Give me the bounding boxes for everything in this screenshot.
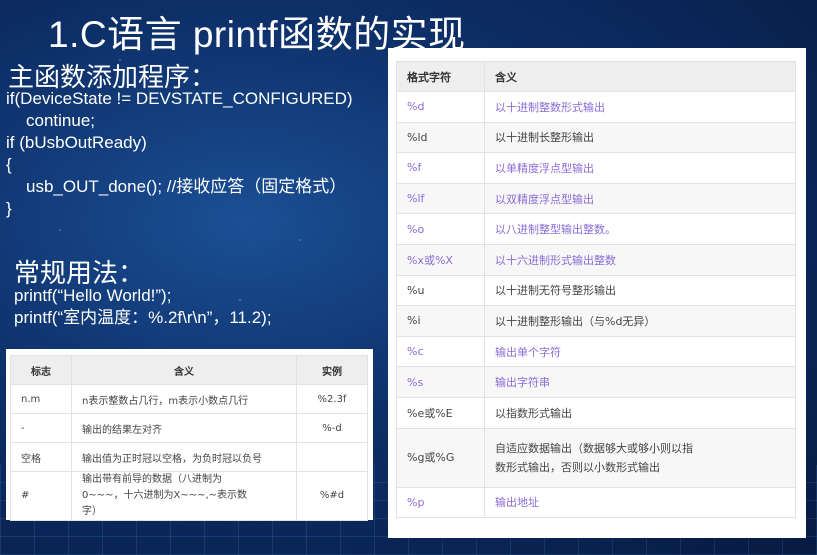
meaning-cell: 以十进制整形输出（与%d无异） (484, 305, 796, 337)
table-row: %d 以十进制整数形式输出 (396, 91, 796, 123)
flag-cell: - (10, 413, 72, 443)
meaning-cell: 输出的结果左对齐 (71, 413, 297, 443)
table-row: %lf 以双精度浮点型输出 (396, 182, 796, 215)
table-row: %i 以十进制整形输出（与%d无异） (396, 305, 796, 337)
table-header-row: 标志 含义 实例 (10, 355, 368, 385)
meaning-cell: 自适应数据输出（数据够大或够小则以指数形式输出，否则以小数形式输出 (484, 427, 796, 488)
meaning-cell: 以八进制整型输出整数。 (484, 213, 796, 245)
format-table-card: 格式字符 含义 %d 以十进制整数形式输出 %ld 以十进制长整形输出 %f 以单精度… (388, 48, 806, 538)
code-line: } (6, 199, 12, 218)
meaning-cell: 以双精度浮点型输出 (484, 182, 796, 215)
usage-line: printf(“室内温度：%.2f\r\n”，11.2); (14, 308, 272, 327)
example-cell (296, 442, 368, 472)
table-row: %e或%E 以指数形式输出 (396, 396, 796, 429)
example-cell: %-d (296, 413, 368, 443)
format-cell: %f (396, 152, 485, 184)
flag-cell: 空格 (10, 442, 72, 472)
format-cell: %d (396, 91, 485, 123)
meaning-cell: 输出字符串 (484, 366, 796, 398)
format-cell: %g或%G (396, 427, 485, 488)
meaning-cell: 输出单个字符 (484, 335, 796, 368)
format-cell: %e或%E (396, 396, 485, 429)
example-cell: %2.3f (296, 384, 368, 414)
meaning-cell: 以十进制整数形式输出 (484, 91, 796, 123)
format-cell: %lf (396, 182, 485, 215)
header-example: 实例 (296, 355, 368, 385)
meaning-cell: 以十进制无符号整形输出 (484, 274, 796, 307)
header-meaning: 含义 (71, 355, 297, 385)
code-line: if (bUsbOutReady) (6, 133, 147, 152)
table-row: n.m n表示整数占几行，m表示小数点几行 %2.3f (10, 384, 368, 414)
format-table: 格式字符 含义 %d 以十进制整数形式输出 %ld 以十进制长整形输出 %f 以单精度… (396, 61, 796, 519)
table-row: 空格 输出值为正时冠以空格，为负时冠以负号 (10, 442, 368, 472)
table-row: %p 输出地址 (396, 486, 796, 519)
table-row: # 输出带有前导的数据（八进制为0~~~，十六进制为X~~~,~表示数字） %#d (10, 471, 368, 521)
table-row: %g或%G 自适应数据输出（数据够大或够小则以指数形式输出，否则以小数形式输出 (396, 427, 796, 488)
meaning-cell: 以单精度浮点型输出 (484, 152, 796, 184)
table-row: %o 以八进制整型输出整数。 (396, 213, 796, 245)
code-line: continue; (26, 111, 95, 130)
table-row: %x或%X 以十六进制形式输出整数 (396, 243, 796, 276)
flag-table: 标志 含义 实例 n.m n表示整数占几行，m表示小数点几行 %2.3f - 输出的结… (10, 355, 368, 521)
flag-cell: # (10, 471, 72, 521)
code-line: usb_OUT_done(); //接收应答（固定格式） (26, 177, 347, 196)
meaning-cell: 以指数形式输出 (484, 396, 796, 429)
format-cell: %ld (396, 121, 485, 154)
header-flag: 标志 (10, 355, 72, 385)
format-cell: %c (396, 335, 485, 368)
code-line: { (6, 155, 12, 174)
meaning-cell: 以十进制长整形输出 (484, 121, 796, 154)
format-cell: %i (396, 305, 485, 337)
table-row: - 输出的结果左对齐 %-d (10, 413, 368, 443)
format-cell: %x或%X (396, 243, 485, 276)
flag-cell: n.m (10, 384, 72, 414)
format-cell: %o (396, 213, 485, 245)
meaning-cell: 输出值为正时冠以空格，为负时冠以负号 (71, 442, 297, 472)
table-row: %ld 以十进制长整形输出 (396, 121, 796, 154)
meaning-cell: 输出地址 (484, 486, 796, 519)
table-row: %s 输出字符串 (396, 366, 796, 398)
format-cell: %u (396, 274, 485, 307)
meaning-cell: 以十六进制形式输出整数 (484, 243, 796, 276)
flag-table-card: 标志 含义 实例 n.m n表示整数占几行，m表示小数点几行 %2.3f - 输出的结… (6, 349, 373, 521)
format-cell: %s (396, 366, 485, 398)
meaning-cell: 输出带有前导的数据（八进制为0~~~，十六进制为X~~~,~表示数字） (71, 471, 297, 521)
table-row: %u 以十进制无符号整形输出 (396, 274, 796, 307)
header-meaning: 含义 (484, 61, 796, 92)
usage-line: printf(“Hello World!”); (14, 286, 172, 305)
table-row: %f 以单精度浮点型输出 (396, 152, 796, 184)
header-format-char: 格式字符 (396, 61, 485, 92)
table-header-row: 格式字符 含义 (396, 61, 796, 92)
example-cell: %#d (296, 471, 368, 521)
format-cell: %p (396, 486, 485, 519)
table-row: %c 输出单个字符 (396, 335, 796, 368)
meaning-cell: n表示整数占几行，m表示小数点几行 (71, 384, 297, 414)
code-line: if(DeviceState != DEVSTATE_CONFIGURED) (6, 89, 353, 108)
